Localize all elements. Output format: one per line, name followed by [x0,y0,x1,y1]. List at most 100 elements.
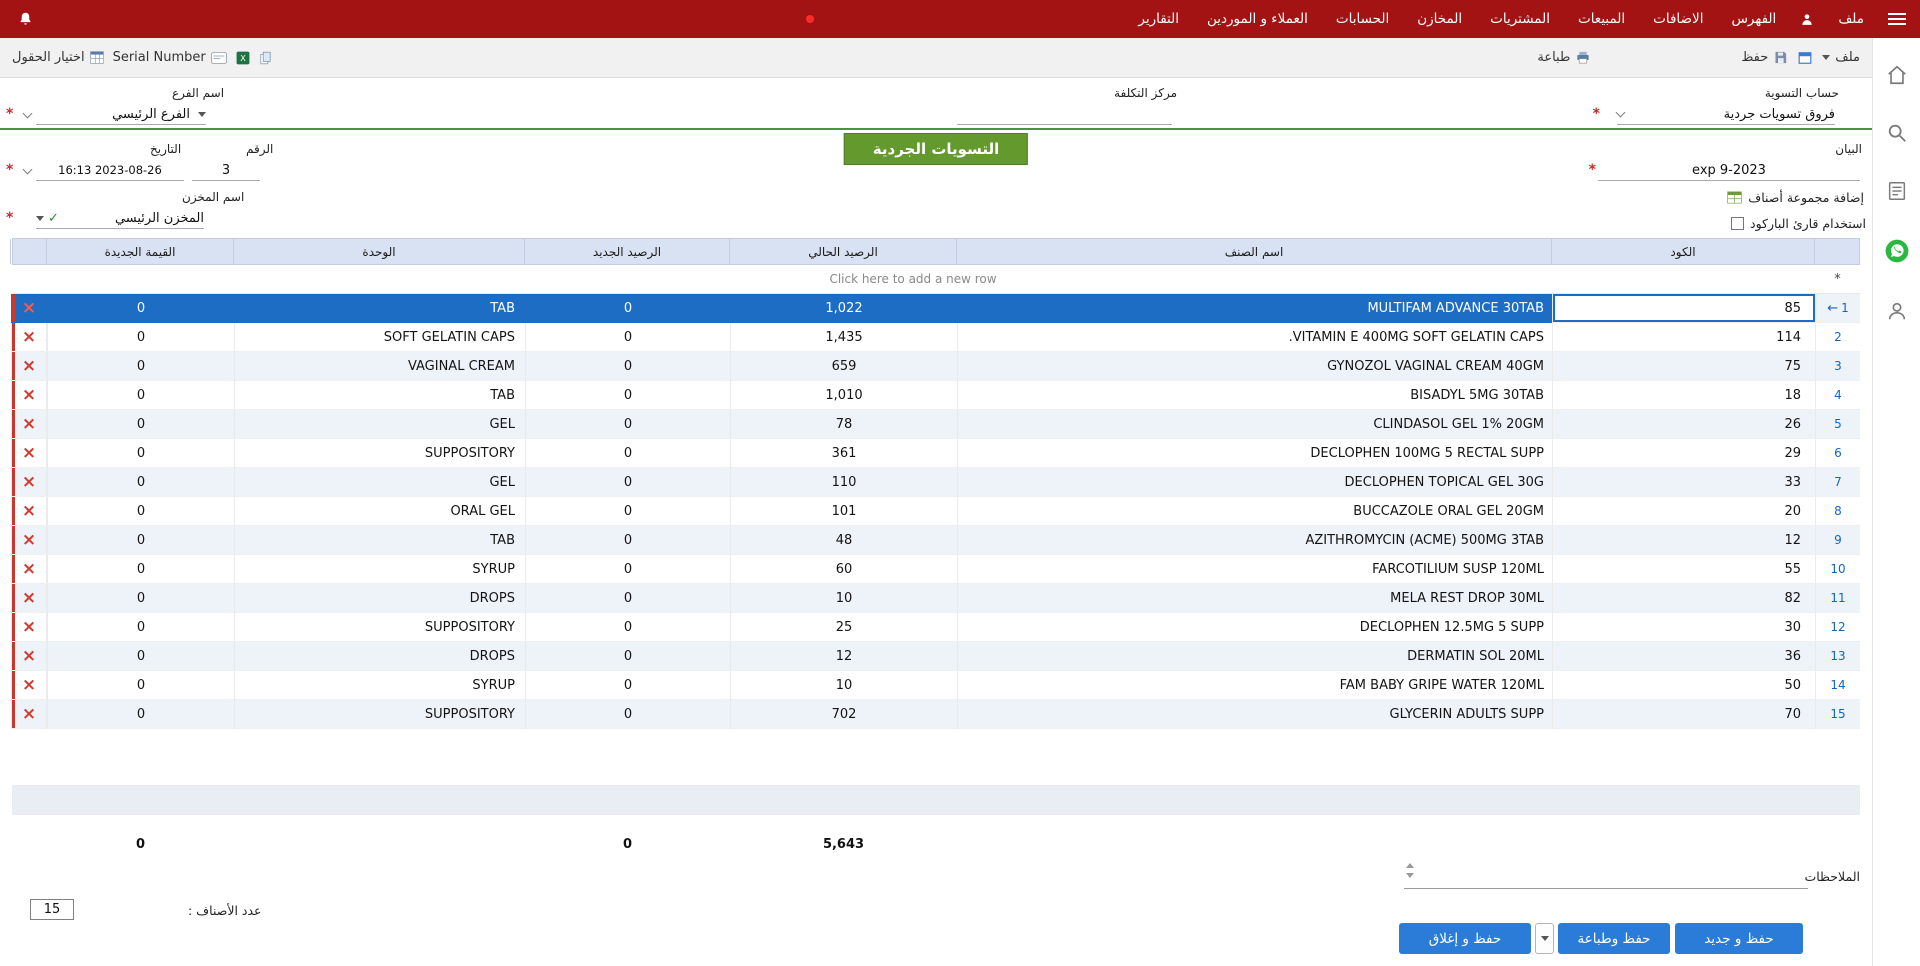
row-number-cell[interactable]: ←5 [1815,410,1860,439]
row-number-cell[interactable]: ←10 [1815,555,1860,584]
layout-window-icon[interactable] [1798,51,1812,65]
new-value-cell[interactable]: 0 [47,439,234,468]
row-number-cell[interactable]: ←3 [1815,352,1860,381]
new-balance-cell[interactable]: 0 [525,381,730,410]
new-balance-cell[interactable]: 0 [525,613,730,642]
topbar-menu-item[interactable]: التقارير [1138,11,1179,27]
delete-row-button[interactable]: × [11,323,47,352]
current-balance-cell[interactable]: 12 [730,642,957,671]
profile-icon[interactable] [1886,300,1908,322]
chevron-down-icon[interactable] [23,109,33,119]
row-number-cell[interactable]: ←1 [1815,294,1860,323]
excel-export-icon[interactable]: X [236,51,250,65]
code-cell[interactable]: 36 [1552,642,1815,671]
new-value-cell[interactable]: 0 [47,497,234,526]
spinner-down-icon[interactable] [1406,873,1414,878]
header-current-balance[interactable]: الرصيد الحالي [729,239,956,264]
save-and-print-button[interactable]: حفظ وطباعة [1558,923,1670,954]
new-balance-cell[interactable]: 0 [525,584,730,613]
delete-row-button[interactable]: × [11,700,47,729]
chevron-down-icon[interactable] [1616,108,1626,118]
new-balance-cell[interactable]: 0 [525,555,730,584]
code-cell[interactable]: 50 [1552,671,1815,700]
code-cell[interactable]: 18 [1552,381,1815,410]
toolbar-file-button[interactable]: ملف [1822,50,1860,65]
spinner-up-icon[interactable] [1406,863,1414,868]
unit-cell[interactable]: SUPPOSITORY [234,700,525,729]
new-value-cell[interactable]: 0 [47,642,234,671]
new-balance-cell[interactable]: 0 [525,497,730,526]
item-name-cell[interactable]: DECLOPHEN 100MG 5 RECTAL SUPP [957,439,1552,468]
branch-field[interactable]: الفرع الرئيسي [36,104,206,125]
code-cell[interactable]: 114 [1552,323,1815,352]
current-balance-cell[interactable]: 702 [730,700,957,729]
choose-fields-button[interactable]: اختيار الحقول [12,50,104,65]
current-balance-cell[interactable]: 10 [730,584,957,613]
delete-row-button[interactable]: × [11,555,47,584]
current-balance-cell[interactable]: 1,435 [730,323,957,352]
barcode-checkbox[interactable] [1731,217,1744,230]
current-balance-cell[interactable]: 110 [730,468,957,497]
user-icon[interactable] [1800,12,1814,26]
code-cell[interactable]: 85 [1552,294,1815,323]
delete-row-button[interactable]: × [11,613,47,642]
item-name-cell[interactable]: MULTIFAM ADVANCE 30TAB [957,294,1552,323]
header-new-value[interactable]: القيمة الجديدة [46,239,233,264]
new-balance-cell[interactable]: 0 [525,526,730,555]
save-and-new-button[interactable]: حفظ و جديد [1675,923,1803,954]
new-value-cell[interactable]: 0 [47,613,234,642]
topbar-menu-item[interactable]: الاضافات [1653,11,1703,27]
item-name-cell[interactable]: VITAMIN E 400MG SOFT GELATIN CAPS. [957,323,1552,352]
new-balance-cell[interactable]: 0 [525,700,730,729]
item-name-cell[interactable]: DERMATIN SOL 20ML [957,642,1552,671]
dropdown-arrow-icon[interactable] [198,112,206,117]
row-number-cell[interactable]: ←7 [1815,468,1860,497]
new-value-cell[interactable]: 0 [47,671,234,700]
code-cell[interactable]: 70 [1552,700,1815,729]
notes-input[interactable] [1404,861,1808,889]
item-name-cell[interactable]: GLYCERIN ADULTS SUPP [957,700,1552,729]
code-cell[interactable]: 75 [1552,352,1815,381]
new-balance-cell[interactable]: 0 [525,439,730,468]
delete-row-button[interactable]: × [11,352,47,381]
code-cell[interactable]: 12 [1552,526,1815,555]
new-balance-cell[interactable]: 0 [525,294,730,323]
item-name-cell[interactable]: GYNOZOL VAGINAL CREAM 40GM [957,352,1552,381]
delete-row-button[interactable]: × [11,526,47,555]
topbar-menu-item-file[interactable]: ملف [1838,11,1864,27]
unit-cell[interactable]: ORAL GEL [234,497,525,526]
unit-cell[interactable]: SYRUP [234,671,525,700]
unit-cell[interactable]: SOFT GELATIN CAPS [234,323,525,352]
item-name-cell[interactable]: BUCCAZOLE ORAL GEL 20GM [957,497,1552,526]
reports-document-icon[interactable] [1886,180,1908,202]
row-number-cell[interactable]: ←13 [1815,642,1860,671]
notes-spinner[interactable] [1406,863,1414,878]
row-number-cell[interactable]: ←12 [1815,613,1860,642]
current-balance-cell[interactable]: 78 [730,410,957,439]
new-value-cell[interactable]: 0 [47,294,234,323]
row-number-cell[interactable]: ←4 [1815,381,1860,410]
topbar-menu-item[interactable]: المشتريات [1490,11,1550,27]
hamburger-menu-icon[interactable] [1888,13,1906,25]
toolbar-save-button[interactable]: حفظ [1741,50,1788,65]
new-value-cell[interactable]: 0 [47,700,234,729]
new-balance-cell[interactable]: 0 [525,671,730,700]
code-cell[interactable]: 82 [1552,584,1815,613]
add-items-group-button[interactable]: إضافة مجموعة أصناف [1727,190,1864,205]
current-balance-cell[interactable]: 25 [730,613,957,642]
delete-row-button[interactable]: × [11,642,47,671]
item-name-cell[interactable]: FARCOTILIUM SUSP 120ML [957,555,1552,584]
current-balance-cell[interactable]: 10 [730,671,957,700]
delete-row-button[interactable]: × [11,468,47,497]
code-cell[interactable]: 29 [1552,439,1815,468]
cost-center-field[interactable] [957,104,1172,125]
topbar-menu-item[interactable]: الحسابات [1336,11,1389,27]
row-number-cell[interactable]: ←14 [1815,671,1860,700]
topbar-menu-item[interactable]: المبيعات [1578,11,1625,27]
new-value-cell[interactable]: 0 [47,584,234,613]
item-name-cell[interactable]: AZITHROMYCIN (ACME) 500MG 3TAB [957,526,1552,555]
settlement-account-field[interactable]: فروق تسويات جردية [1617,104,1835,125]
current-balance-cell[interactable]: 48 [730,526,957,555]
delete-row-button[interactable]: × [11,439,47,468]
row-number-cell[interactable]: ←6 [1815,439,1860,468]
